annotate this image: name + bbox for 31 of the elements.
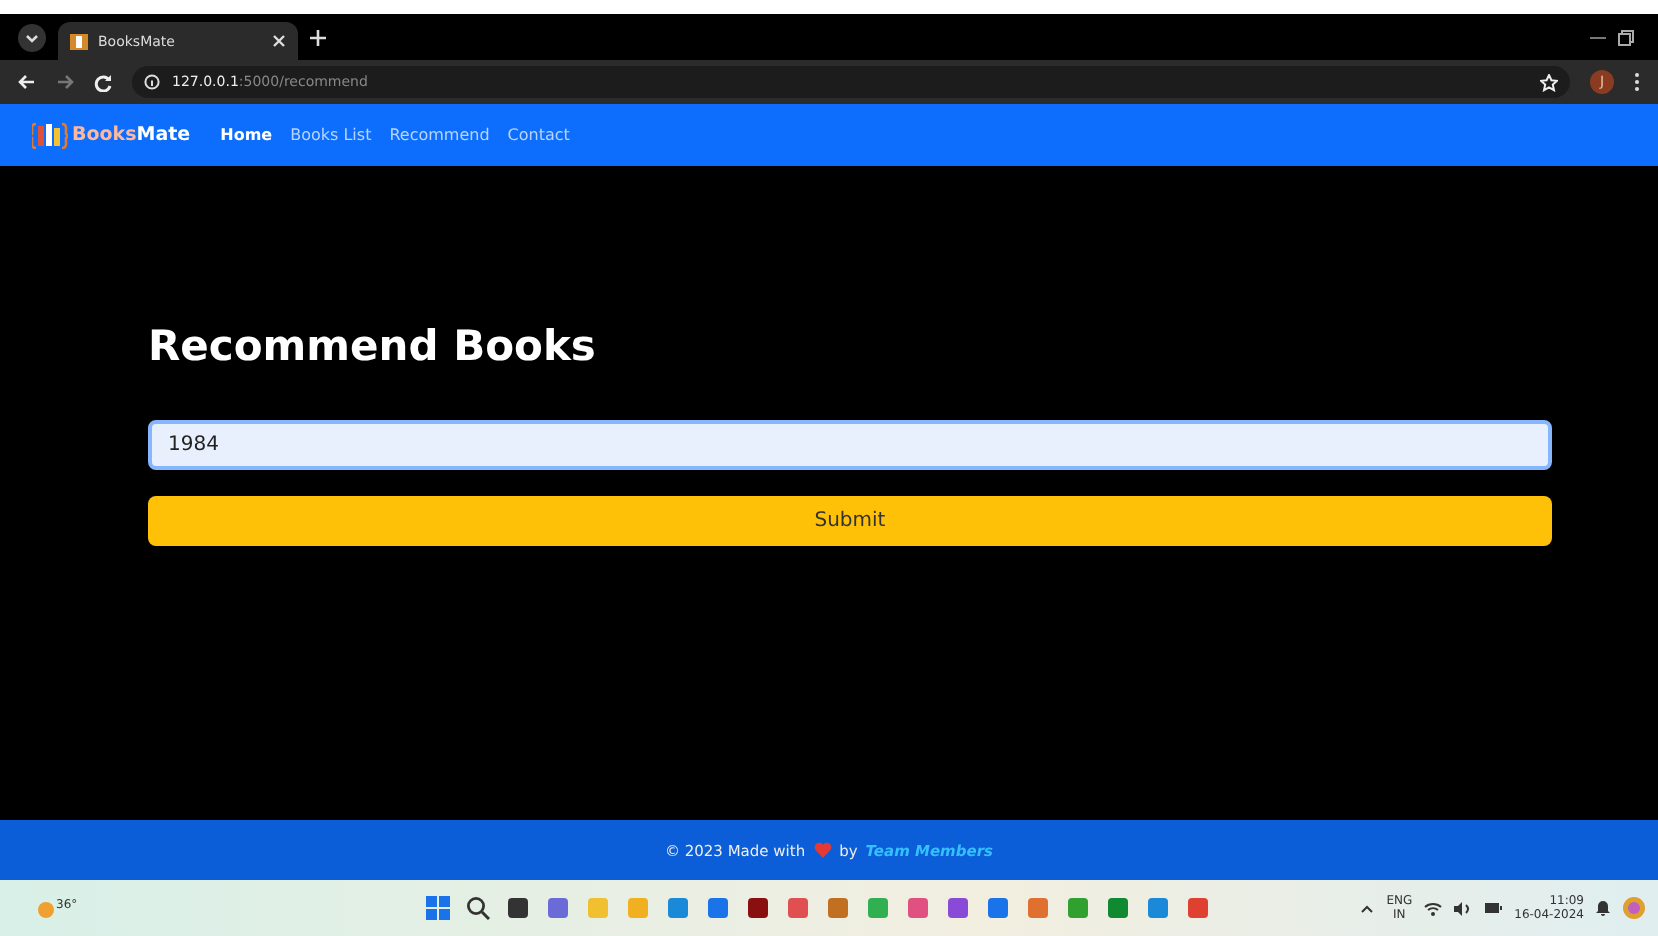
windows-logo-icon[interactable] [426, 896, 451, 920]
back-icon[interactable] [18, 74, 36, 90]
bell-icon[interactable] [1596, 900, 1610, 916]
weather-icon [36, 898, 56, 918]
star-icon[interactable] [1540, 73, 1558, 91]
app-icon[interactable] [506, 896, 531, 920]
info-icon [144, 74, 160, 90]
app-icon[interactable] [746, 896, 771, 920]
speaker-icon[interactable] [1454, 901, 1473, 915]
more-icon[interactable] [1634, 72, 1640, 92]
nav-link[interactable]: Home [220, 126, 273, 144]
nav-link[interactable]: Books List [290, 126, 372, 144]
wifi-icon[interactable] [1424, 901, 1443, 915]
tab-menu-icon[interactable] [18, 23, 46, 51]
new-tab-icon[interactable] [310, 29, 326, 45]
brand-name[interactable]: BooksMate [72, 124, 191, 146]
book-input[interactable]: 1984 [148, 420, 1552, 470]
search-icon[interactable] [466, 896, 491, 920]
nav-link[interactable]: Recommend [389, 126, 490, 144]
close-icon[interactable] [272, 34, 286, 48]
page-title: Recommend Books [148, 322, 598, 370]
nav-link[interactable]: Contact [507, 126, 570, 144]
restore-icon[interactable] [1618, 29, 1634, 45]
submit-button[interactable]: Submit [148, 496, 1552, 546]
book-icon [70, 33, 88, 49]
forward-icon[interactable] [56, 74, 74, 90]
heart-icon [813, 842, 832, 858]
books-logo-icon [32, 121, 68, 149]
battery-icon[interactable] [1484, 902, 1503, 914]
chevron-up-icon[interactable] [1360, 903, 1375, 913]
reload-icon[interactable] [94, 73, 112, 91]
